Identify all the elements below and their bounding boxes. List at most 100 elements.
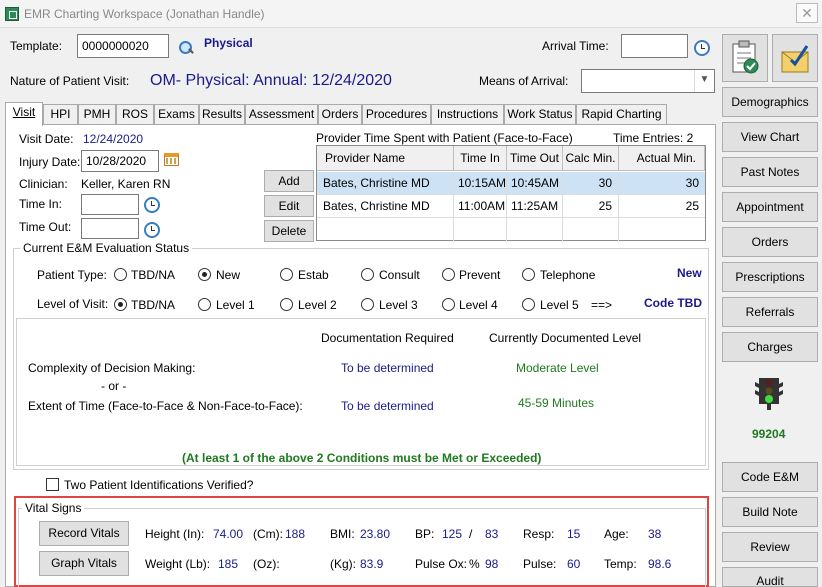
prescriptions-button[interactable]: Prescriptions: [722, 262, 818, 292]
tab-rapid-charting-label: Rapid Charting: [581, 107, 662, 121]
patient-type-estab-radio[interactable]: [280, 268, 293, 281]
charges-label: Charges: [747, 340, 793, 354]
level-of-visit-label: Level of Visit:: [37, 297, 109, 311]
height-in-label: Height (In):: [145, 527, 205, 541]
patient-type-new-radio[interactable]: [198, 268, 211, 281]
audit-button[interactable]: Audit: [722, 567, 818, 587]
orders-button[interactable]: Orders: [722, 227, 818, 257]
level-5-radio[interactable]: [522, 298, 535, 311]
clock-icon[interactable]: [694, 40, 710, 56]
view-chart-label: View Chart: [740, 130, 800, 144]
level-4-radio[interactable]: [442, 298, 455, 311]
col-provider-name[interactable]: Provider Name: [317, 146, 454, 171]
patient-type-consult-radio[interactable]: [361, 268, 374, 281]
tab-exams[interactable]: Exams: [154, 104, 199, 125]
build-note-label: Build Note: [742, 505, 798, 519]
demographics-button[interactable]: Demographics: [722, 87, 818, 117]
bp-separator: /: [469, 527, 473, 541]
time-in-clock-icon[interactable]: [144, 197, 160, 213]
code-em-button[interactable]: Code E&M: [722, 462, 818, 492]
actual-min-cell: 30: [685, 176, 699, 190]
level-2-radio[interactable]: [280, 298, 293, 311]
visit-date-value: 12/24/2020: [83, 132, 144, 146]
referrals-label: Referrals: [745, 305, 795, 319]
injury-date-input[interactable]: 10/28/2020: [81, 150, 159, 172]
search-icon[interactable]: [178, 40, 194, 56]
complexity-current: Moderate Level: [516, 361, 599, 375]
time-out-cell: 11:25AM: [507, 195, 563, 218]
tab-ros[interactable]: ROS: [116, 104, 154, 125]
two-id-verified-label: Two Patient Identifications Verified?: [64, 478, 254, 492]
view-chart-button[interactable]: View Chart: [722, 122, 818, 152]
time-in-input[interactable]: [81, 194, 139, 215]
record-vitals-button[interactable]: Record Vitals: [39, 521, 129, 546]
demographics-label: Demographics: [731, 95, 809, 109]
appointment-button[interactable]: Appointment: [722, 192, 818, 222]
graph-vitals-button[interactable]: Graph Vitals: [39, 551, 129, 576]
pulse-ox-unit: %: [469, 557, 480, 571]
pulse-ox-value: 98: [485, 557, 499, 571]
patient-type-new-label: New: [216, 268, 241, 282]
edit-time-button[interactable]: Edit: [264, 195, 314, 217]
review-button[interactable]: Review: [722, 532, 818, 562]
time-out-input[interactable]: [81, 218, 139, 239]
arrival-time-input[interactable]: [621, 34, 688, 58]
patient-type-telephone-radio[interactable]: [522, 268, 535, 281]
close-icon[interactable]: ✕: [796, 3, 818, 23]
level-5-label: Level 5: [540, 298, 579, 312]
weight-kg-value: 83.9: [360, 557, 384, 571]
level-3-label: Level 3: [379, 298, 418, 312]
referrals-button[interactable]: Referrals: [722, 297, 818, 327]
past-notes-button[interactable]: Past Notes: [722, 157, 818, 187]
pulse-ox-label: Pulse Ox:: [415, 557, 468, 571]
provider-time-title: Provider Time Spent with Patient (Face-t…: [316, 131, 573, 145]
col-calc-min[interactable]: Calc Min.: [563, 146, 619, 171]
calendar-icon[interactable]: [164, 153, 179, 166]
level-3-radio[interactable]: [361, 298, 374, 311]
level-tbd-radio[interactable]: [114, 298, 127, 311]
tab-visit[interactable]: Visit: [5, 102, 43, 126]
template-input[interactable]: 0000000020: [77, 34, 169, 58]
chevron-down-icon[interactable]: ▼: [694, 70, 714, 92]
appointment-label: Appointment: [736, 200, 804, 214]
window-title: EMR Charting Workspace (Jonathan Handle): [24, 7, 265, 21]
empty-cell: [563, 218, 619, 241]
bp-systolic: 125: [442, 527, 463, 541]
tab-assessment[interactable]: Assessment: [245, 104, 318, 125]
col-time-out[interactable]: Time Out: [507, 146, 563, 171]
vitals-title: Vital Signs: [22, 501, 85, 515]
clipboard-icon-button[interactable]: [722, 34, 768, 82]
build-note-button[interactable]: Build Note: [722, 497, 818, 527]
clipboard-icon: [732, 40, 759, 74]
sign-note-icon-button[interactable]: [772, 34, 818, 82]
height-cm-label: (Cm):: [253, 527, 283, 541]
tab-instructions[interactable]: Instructions: [431, 104, 504, 125]
tab-results[interactable]: Results: [199, 104, 245, 125]
delete-time-button[interactable]: Delete: [264, 220, 314, 242]
tab-procedures[interactable]: Procedures: [362, 104, 431, 125]
calc-min-cell: 25: [563, 195, 619, 218]
level-1-radio[interactable]: [198, 298, 211, 311]
add-time-button[interactable]: Add: [264, 170, 314, 192]
doc-required-header: Documentation Required: [321, 331, 454, 345]
tab-work-status[interactable]: Work Status: [504, 104, 576, 125]
time-out-clock-icon[interactable]: [144, 222, 160, 238]
tab-hpi[interactable]: HPI: [43, 104, 78, 125]
patient-type-prevent-radio[interactable]: [442, 268, 455, 281]
charges-button[interactable]: Charges: [722, 332, 818, 362]
app-icon: [5, 7, 19, 21]
table-row[interactable]: Bates, Christine MD 11:00AM 11:25AM 25 2…: [317, 195, 705, 218]
means-of-arrival-select[interactable]: ▼: [581, 69, 715, 93]
patient-type-tbd-radio[interactable]: [114, 268, 127, 281]
tab-rapid-charting[interactable]: Rapid Charting: [576, 104, 667, 125]
doc-current-header: Currently Documented Level: [489, 331, 642, 345]
col-actual-min[interactable]: Actual Min.: [619, 146, 705, 171]
table-row[interactable]: Bates, Christine MD 10:15AM 10:45AM 30 3…: [317, 172, 705, 195]
tab-orders[interactable]: Orders: [318, 104, 362, 125]
tab-pmh[interactable]: PMH: [78, 104, 116, 125]
prescriptions-label: Prescriptions: [735, 270, 805, 284]
col-time-in[interactable]: Time In: [454, 146, 507, 171]
table-row-empty: [317, 218, 705, 241]
two-id-verified-checkbox[interactable]: [46, 478, 59, 491]
level-result: Code TBD: [644, 296, 702, 310]
